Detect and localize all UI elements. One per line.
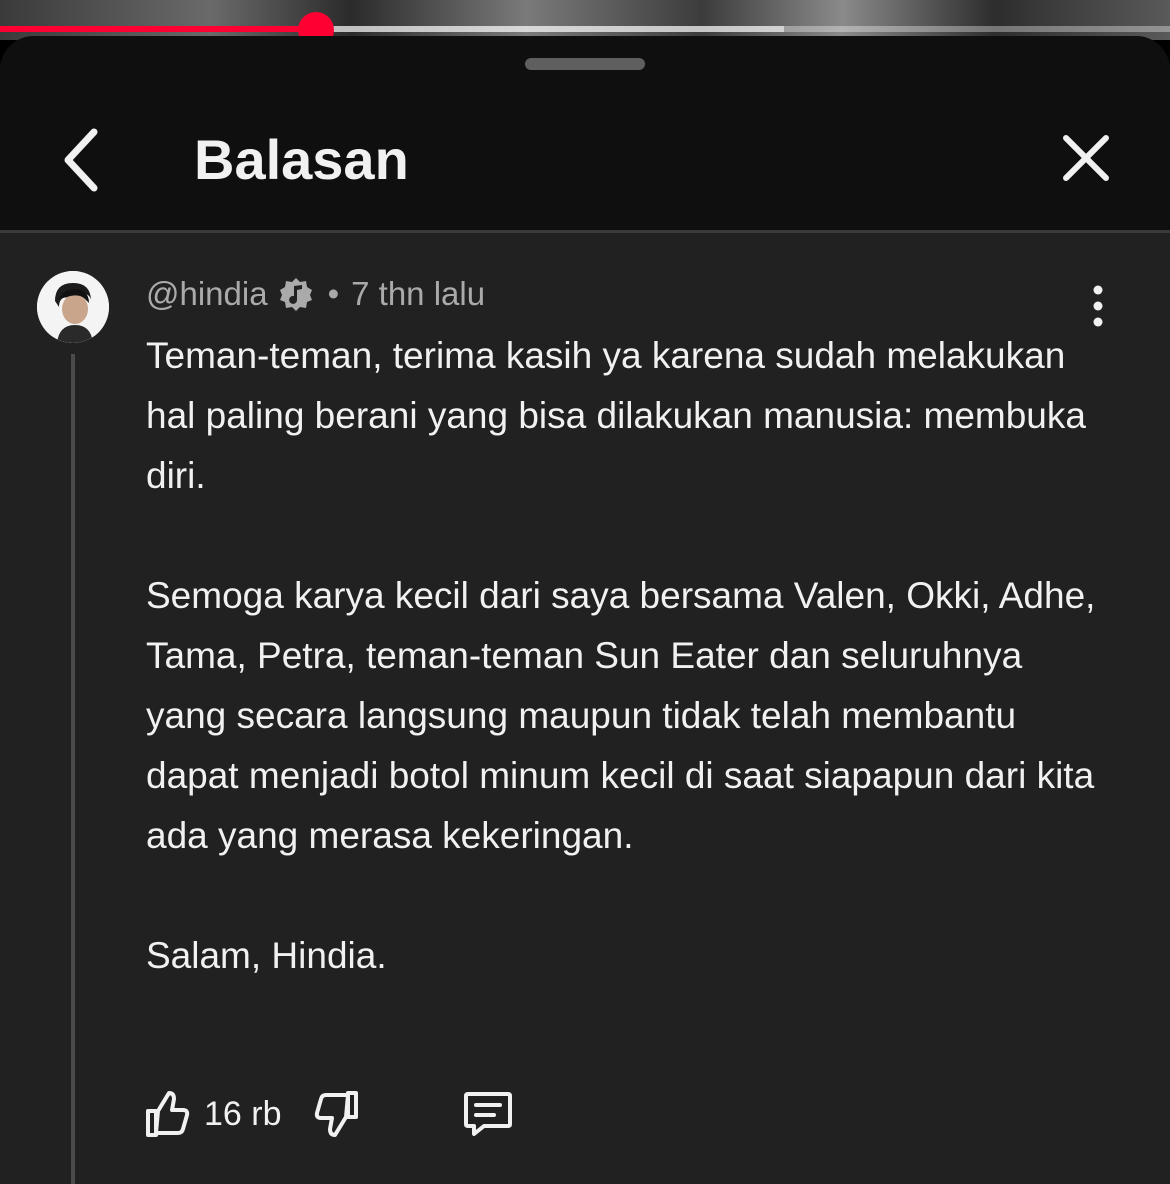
comment-paragraph: Salam, Hindia. bbox=[146, 935, 387, 976]
comment-time: 7 thn lalu bbox=[351, 275, 486, 312]
sheet-title: Balasan bbox=[194, 128, 409, 191]
avatar[interactable] bbox=[37, 271, 109, 343]
reply-button[interactable] bbox=[460, 1086, 516, 1142]
comment-text: Teman-teman, terima kasih ya karena suda… bbox=[146, 326, 1106, 1046]
header-divider bbox=[0, 230, 1170, 233]
music-note-badge-icon bbox=[278, 276, 314, 312]
comment-paragraph: Semoga karya kecil dari saya bersama Val… bbox=[146, 575, 1096, 856]
close-icon bbox=[1063, 135, 1109, 181]
chevron-left-icon bbox=[64, 128, 98, 192]
close-button[interactable] bbox=[1052, 124, 1120, 192]
thumbs-down-icon bbox=[314, 1091, 358, 1137]
replies-sheet: Balasan @hindia • 7 thn lalu Teman-teman… bbox=[0, 36, 1170, 1184]
drag-handle[interactable] bbox=[525, 58, 645, 70]
comment-meta: @hindia • 7 thn lalu bbox=[146, 272, 485, 316]
meta-separator: • bbox=[327, 275, 340, 312]
more-vertical-icon bbox=[1093, 285, 1103, 327]
thread-line bbox=[71, 354, 75, 1184]
comment-actions: 16 rb bbox=[140, 1086, 516, 1142]
comment-icon bbox=[463, 1092, 512, 1136]
video-player-strip[interactable] bbox=[0, 0, 1170, 40]
like-count: 16 rb bbox=[204, 1094, 282, 1133]
back-button[interactable] bbox=[48, 124, 112, 196]
avatar-portrait-icon bbox=[37, 271, 109, 343]
more-options-button[interactable] bbox=[1078, 284, 1118, 328]
like-button[interactable] bbox=[140, 1087, 194, 1141]
video-progress-bar[interactable] bbox=[0, 26, 1170, 32]
progress-played bbox=[0, 26, 316, 32]
comment-paragraph: Teman-teman, terima kasih ya karena suda… bbox=[146, 335, 1086, 496]
dislike-button[interactable] bbox=[310, 1087, 364, 1141]
thumbs-up-icon bbox=[146, 1091, 190, 1137]
comment-author[interactable]: @hindia bbox=[146, 275, 268, 313]
sheet-header: Balasan bbox=[0, 36, 1170, 230]
